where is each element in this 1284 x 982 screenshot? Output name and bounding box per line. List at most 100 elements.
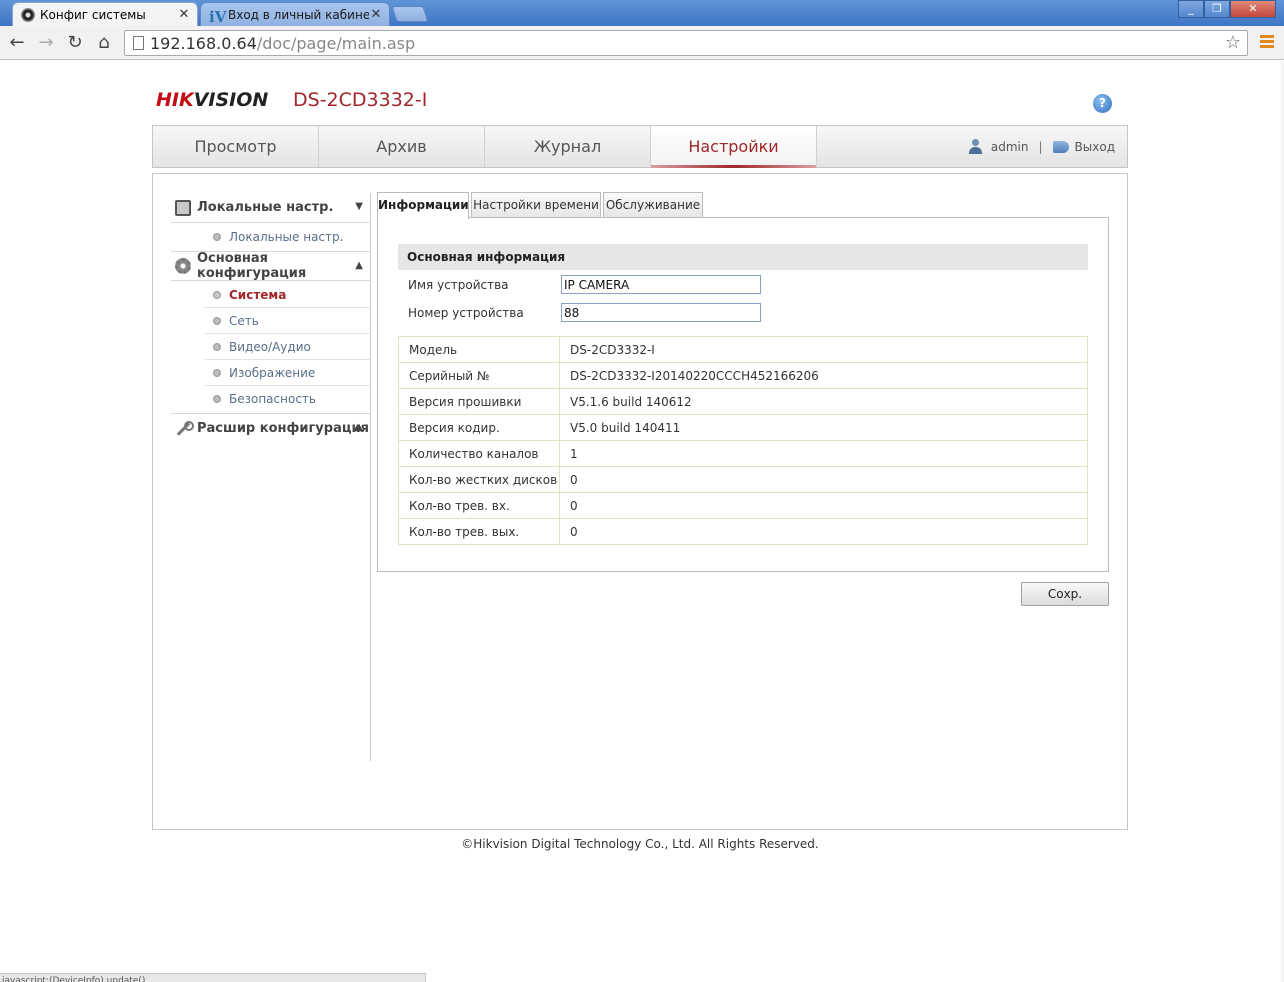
close-icon[interactable]: ✕ bbox=[177, 7, 191, 22]
device-info-table: Модель DS-2CD3332-I Серийный № DS-2CD3332-I… bbox=[398, 336, 1088, 545]
status-bar: javascript:(DeviceInfo).update() bbox=[0, 973, 426, 982]
logout-icon[interactable] bbox=[1052, 140, 1069, 153]
browser-tab-title: Вход в личный кабинет | Iv bbox=[228, 7, 369, 22]
bullet-icon bbox=[213, 395, 221, 403]
back-icon[interactable]: ← bbox=[6, 32, 28, 54]
sidebar-item-local-settings[interactable]: Локальные настр. bbox=[205, 224, 371, 250]
browser-tab-config[interactable]: Конфиг системы ✕ bbox=[12, 2, 198, 26]
tab-maintenance[interactable]: Обслуживание bbox=[603, 192, 703, 218]
wrench-icon bbox=[175, 420, 194, 437]
bullet-icon bbox=[213, 342, 221, 351]
user-box: admin | Выход bbox=[968, 139, 1115, 154]
table-row: Серийный № DS-2CD3332-I20140220CCCH452166… bbox=[398, 362, 1088, 389]
table-row: Кол-во жестких дисков 0 bbox=[398, 466, 1088, 493]
info-key: Модель bbox=[398, 336, 560, 363]
tab-playback[interactable]: Архив bbox=[319, 126, 485, 167]
close-icon[interactable]: ✕ bbox=[369, 7, 383, 22]
bullet-icon bbox=[213, 290, 221, 299]
info-value: 0 bbox=[559, 466, 1088, 493]
forward-icon[interactable]: → bbox=[35, 32, 57, 54]
info-value: DS-2CD3332-I bbox=[559, 336, 1088, 363]
save-button[interactable]: Сохр. bbox=[1021, 582, 1109, 606]
hikvision-logo: HIKVISION bbox=[156, 89, 269, 111]
sidebar-section-advanced[interactable]: Расшир конфигурация ▲ bbox=[171, 413, 371, 443]
tab-time-settings[interactable]: Настройки времени bbox=[471, 192, 601, 218]
window-controls: _ ❐ ✕ bbox=[1178, 0, 1276, 18]
browser-titlebar: Конфиг системы ✕ iV Вход в личный кабине… bbox=[0, 0, 1284, 26]
monitor-icon bbox=[175, 199, 191, 216]
info-key: Кол-во жестких дисков bbox=[398, 466, 560, 493]
tab-log[interactable]: Журнал bbox=[485, 126, 651, 167]
separator: | bbox=[1038, 139, 1043, 154]
logout-link[interactable]: Выход bbox=[1075, 140, 1115, 154]
browser-tab-cabinet[interactable]: iV Вход в личный кабинет | Iv ✕ bbox=[200, 2, 390, 26]
config-sidebar: Локальные настр. ▼ Локальные настр. Осно… bbox=[171, 193, 371, 761]
reload-icon[interactable]: ↻ bbox=[64, 32, 86, 54]
device-name-label: Имя устройства bbox=[408, 278, 509, 292]
help-icon[interactable]: ? bbox=[1093, 94, 1112, 113]
info-key: Версия прошивки bbox=[398, 388, 560, 415]
table-row: Версия прошивки V5.1.6 build 140612 bbox=[398, 388, 1088, 415]
sidebar-item-label: Сеть bbox=[229, 313, 259, 328]
sidebar-item-system[interactable]: Система bbox=[205, 282, 371, 308]
chevron-up-icon: ▲ bbox=[355, 422, 363, 433]
browser-menu-icon[interactable] bbox=[1260, 35, 1274, 49]
sidebar-item-label: Видео/Аудио bbox=[229, 339, 311, 354]
device-number-input[interactable] bbox=[561, 303, 761, 322]
new-tab-button[interactable] bbox=[391, 6, 429, 22]
sidebar-section-title: Расшир конфигурация bbox=[197, 421, 369, 436]
window-close-icon[interactable]: ✕ bbox=[1230, 0, 1276, 18]
bullet-icon bbox=[213, 233, 221, 241]
device-number-label: Номер устройства bbox=[408, 306, 524, 320]
home-icon[interactable]: ⌂ bbox=[93, 32, 115, 54]
info-value: 0 bbox=[559, 518, 1088, 545]
tab-information[interactable]: Информации bbox=[377, 192, 469, 219]
username: admin bbox=[990, 139, 1029, 154]
restore-icon[interactable]: ❐ bbox=[1204, 0, 1230, 18]
sidebar-section-basic[interactable]: Основная конфигурация ▲ bbox=[171, 251, 371, 281]
info-value: 0 bbox=[559, 492, 1088, 519]
sidebar-item-label: Локальные настр. bbox=[229, 230, 344, 244]
bullet-icon bbox=[213, 368, 221, 377]
address-bar[interactable]: 192.168.0.64/doc/page/main.asp ☆ bbox=[124, 30, 1248, 56]
info-key: Версия кодир. bbox=[398, 414, 560, 441]
gear-icon bbox=[175, 258, 191, 274]
bullet-icon bbox=[213, 316, 221, 325]
table-row: Кол-во трев. вх. 0 bbox=[398, 492, 1088, 519]
sidebar-item-video-audio[interactable]: Видео/Аудио bbox=[205, 334, 371, 360]
info-value: V5.1.6 build 140612 bbox=[559, 388, 1088, 415]
table-row: Количество каналов 1 bbox=[398, 440, 1088, 467]
browser-tab-title: Конфиг системы bbox=[40, 7, 146, 22]
table-row: Модель DS-2CD3332-I bbox=[398, 336, 1088, 363]
main-navigation: Просмотр Архив Журнал Настройки admin | … bbox=[152, 125, 1128, 168]
minimize-icon[interactable]: _ bbox=[1178, 0, 1204, 18]
chevron-down-icon: ▼ bbox=[355, 201, 363, 212]
copyright-footer: ©Hikvision Digital Technology Co., Ltd. … bbox=[461, 837, 819, 851]
page-icon bbox=[133, 36, 144, 50]
sidebar-item-security[interactable]: Безопасность bbox=[205, 386, 371, 412]
sidebar-section-title: Локальные настр. bbox=[197, 200, 334, 215]
table-row: Кол-во трев. вых. 0 bbox=[398, 518, 1088, 545]
info-value: DS-2CD3332-I20140220CCCH452166206 bbox=[559, 362, 1088, 389]
bookmark-star-icon[interactable]: ☆ bbox=[1225, 32, 1241, 53]
sidebar-item-label: Безопасность bbox=[229, 392, 316, 406]
tab-configuration[interactable]: Настройки bbox=[651, 126, 817, 168]
section-title: Основная информация bbox=[398, 244, 1088, 270]
sidebar-item-network[interactable]: Сеть bbox=[205, 308, 371, 334]
device-model-title: DS-2CD3332-I bbox=[293, 89, 428, 111]
sidebar-section-local[interactable]: Локальные настр. ▼ bbox=[171, 193, 371, 223]
iv-logo-icon: iV bbox=[209, 7, 227, 26]
sidebar-item-image[interactable]: Изображение bbox=[205, 360, 371, 386]
info-key: Кол-во трев. вх. bbox=[398, 492, 560, 519]
sidebar-item-label: Изображение bbox=[229, 365, 316, 380]
sidebar-item-label: Система bbox=[229, 287, 287, 302]
camera-icon bbox=[21, 7, 35, 22]
user-icon bbox=[968, 139, 983, 154]
url-text: 192.168.0.64/doc/page/main.asp bbox=[150, 34, 416, 53]
device-name-input[interactable] bbox=[561, 275, 761, 294]
info-value: V5.0 build 140411 bbox=[559, 414, 1088, 441]
sidebar-section-title: Основная конфигурация bbox=[197, 251, 307, 281]
chevron-up-icon: ▲ bbox=[355, 260, 363, 271]
tab-live-view[interactable]: Просмотр bbox=[153, 126, 319, 167]
info-key: Количество каналов bbox=[398, 440, 560, 467]
